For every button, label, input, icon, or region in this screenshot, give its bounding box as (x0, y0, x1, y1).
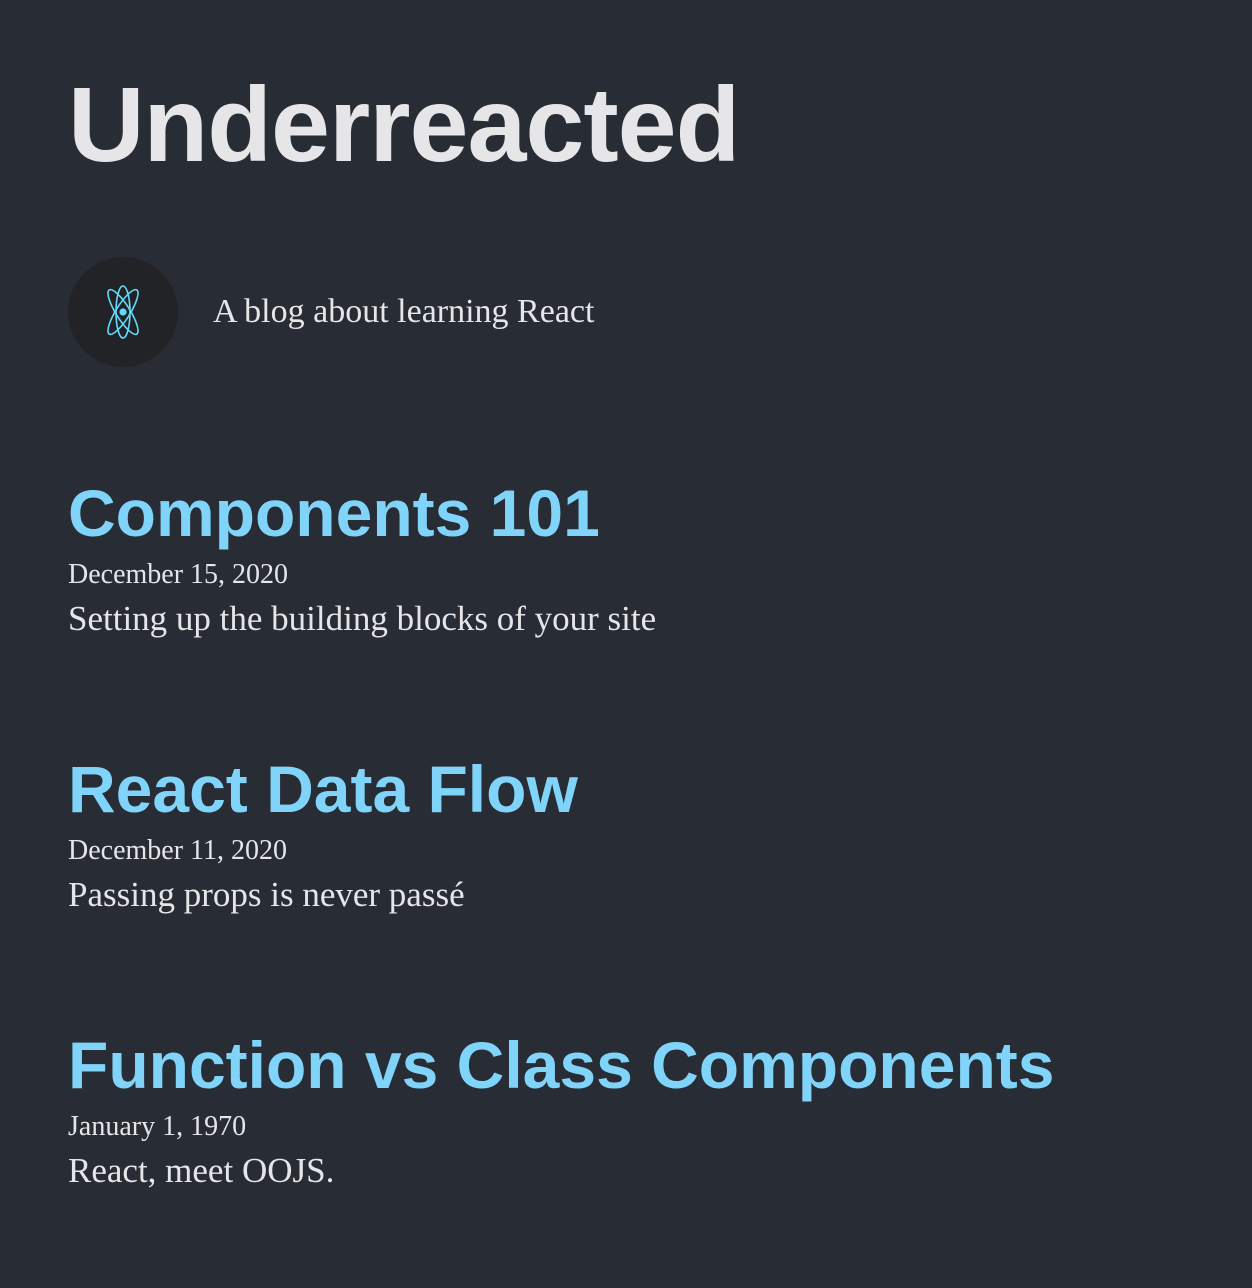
bio-text: A blog about learning React (213, 293, 595, 330)
react-logo-icon (107, 285, 139, 339)
post-title-link[interactable]: Function vs Class Components (68, 1024, 1228, 1106)
bio: A blog about learning React (68, 257, 594, 367)
post-item: Components 101 December 15, 2020 Setting… (68, 472, 1228, 748)
post-item: Function vs Class Components January 1, … (68, 1024, 1228, 1288)
post-date: December 15, 2020 (68, 559, 289, 590)
post-item: React Data Flow December 11, 2020 Passin… (68, 748, 1228, 1024)
post-excerpt: Setting up the building blocks of your s… (68, 599, 657, 638)
post-date: January 1, 1970 (68, 1111, 247, 1142)
post-excerpt: Passing props is never passé (68, 875, 465, 914)
post-date: December 11, 2020 (68, 835, 287, 866)
post-excerpt: React, meet OOJS. (68, 1151, 335, 1190)
post-list: Components 101 December 15, 2020 Setting… (68, 472, 1228, 1288)
post-title-link[interactable]: Components 101 (68, 472, 1228, 554)
avatar (68, 257, 178, 367)
post-title-link[interactable]: React Data Flow (68, 748, 1228, 830)
site-title[interactable]: Underreacted (68, 70, 740, 180)
